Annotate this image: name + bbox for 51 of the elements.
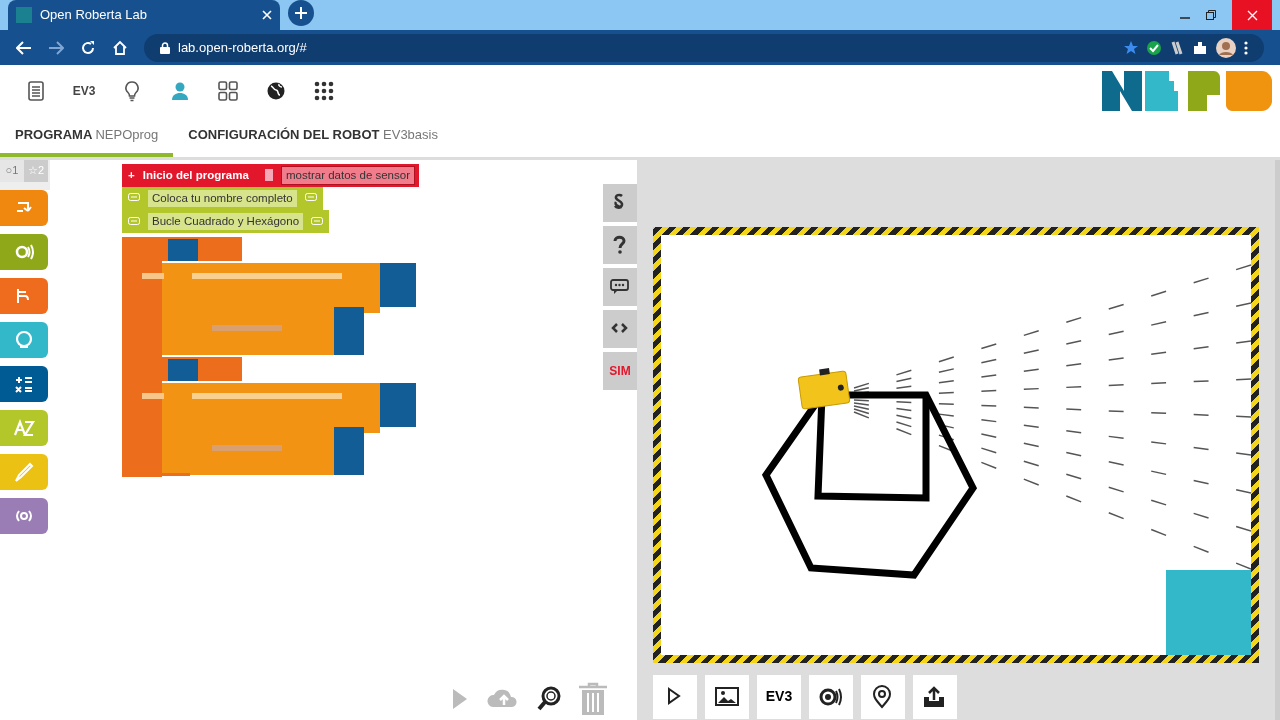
apps-icon[interactable] bbox=[313, 80, 335, 102]
play-button[interactable] bbox=[653, 674, 697, 719]
category-tab[interactable] bbox=[0, 277, 48, 314]
favicon-icon bbox=[16, 7, 32, 23]
extension-icon[interactable] bbox=[1170, 39, 1184, 56]
location-button[interactable] bbox=[861, 674, 905, 719]
lock-icon bbox=[160, 41, 170, 54]
address-bar[interactable]: lab.open-roberta.org/# bbox=[144, 33, 1264, 62]
image-button[interactable] bbox=[705, 674, 749, 719]
program-blocks-drawing[interactable] bbox=[122, 237, 418, 478]
sensor-button[interactable] bbox=[809, 674, 853, 719]
forward-icon[interactable] bbox=[48, 40, 64, 55]
image-icon[interactable] bbox=[714, 684, 740, 709]
star-icon[interactable] bbox=[1124, 40, 1138, 55]
document-icon[interactable] bbox=[25, 80, 47, 102]
comment-button[interactable] bbox=[603, 267, 637, 306]
restore-icon[interactable] bbox=[1206, 10, 1216, 20]
tab[interactable]: CONFIGURACIÓN DEL ROBOT EV3basis bbox=[173, 117, 453, 157]
plus-icon[interactable] bbox=[295, 7, 307, 19]
robot-button[interactable]: EV3 bbox=[757, 674, 801, 719]
robot-icon[interactable] bbox=[797, 367, 851, 410]
reload-icon[interactable] bbox=[80, 39, 96, 56]
comment-text[interactable]: Coloca tu nombre completo bbox=[148, 189, 297, 207]
section-button[interactable] bbox=[603, 183, 637, 222]
user-icon[interactable] bbox=[169, 80, 191, 102]
tab-title: Open Roberta Lab bbox=[40, 6, 148, 25]
home-icon[interactable] bbox=[112, 39, 128, 56]
comment-text[interactable]: Bucle Cuadrado y Hexágono bbox=[148, 213, 304, 231]
export-button[interactable] bbox=[913, 674, 957, 719]
checkbox[interactable] bbox=[264, 169, 273, 182]
level-tab[interactable]: ○1 bbox=[0, 159, 24, 182]
logo-icon bbox=[1102, 71, 1272, 111]
start-block[interactable]: + Inicio del programa mostrar datos de sensor bbox=[122, 163, 419, 187]
new-tab-button[interactable] bbox=[288, 0, 314, 26]
robot-button[interactable]: EV3 bbox=[64, 71, 104, 111]
code-button[interactable] bbox=[603, 309, 637, 348]
tab[interactable]: PROGRAMA NEPOprog bbox=[0, 117, 174, 157]
back-icon[interactable] bbox=[16, 40, 32, 55]
close-icon[interactable] bbox=[1246, 9, 1258, 21]
help-button[interactable] bbox=[603, 225, 637, 264]
plus-sign: + bbox=[128, 167, 135, 183]
category-tab[interactable] bbox=[0, 497, 48, 534]
category-tab[interactable] bbox=[0, 365, 48, 402]
sensor-option[interactable]: mostrar datos de sensor bbox=[281, 165, 415, 185]
close-icon[interactable] bbox=[262, 10, 272, 20]
avatar-icon[interactable] bbox=[1216, 37, 1236, 58]
grid-icon[interactable] bbox=[217, 80, 239, 102]
puzzle-icon[interactable] bbox=[1192, 39, 1208, 56]
globe-icon[interactable] bbox=[265, 80, 287, 102]
check-icon[interactable] bbox=[1146, 39, 1162, 56]
menu-icon[interactable] bbox=[1244, 40, 1248, 55]
